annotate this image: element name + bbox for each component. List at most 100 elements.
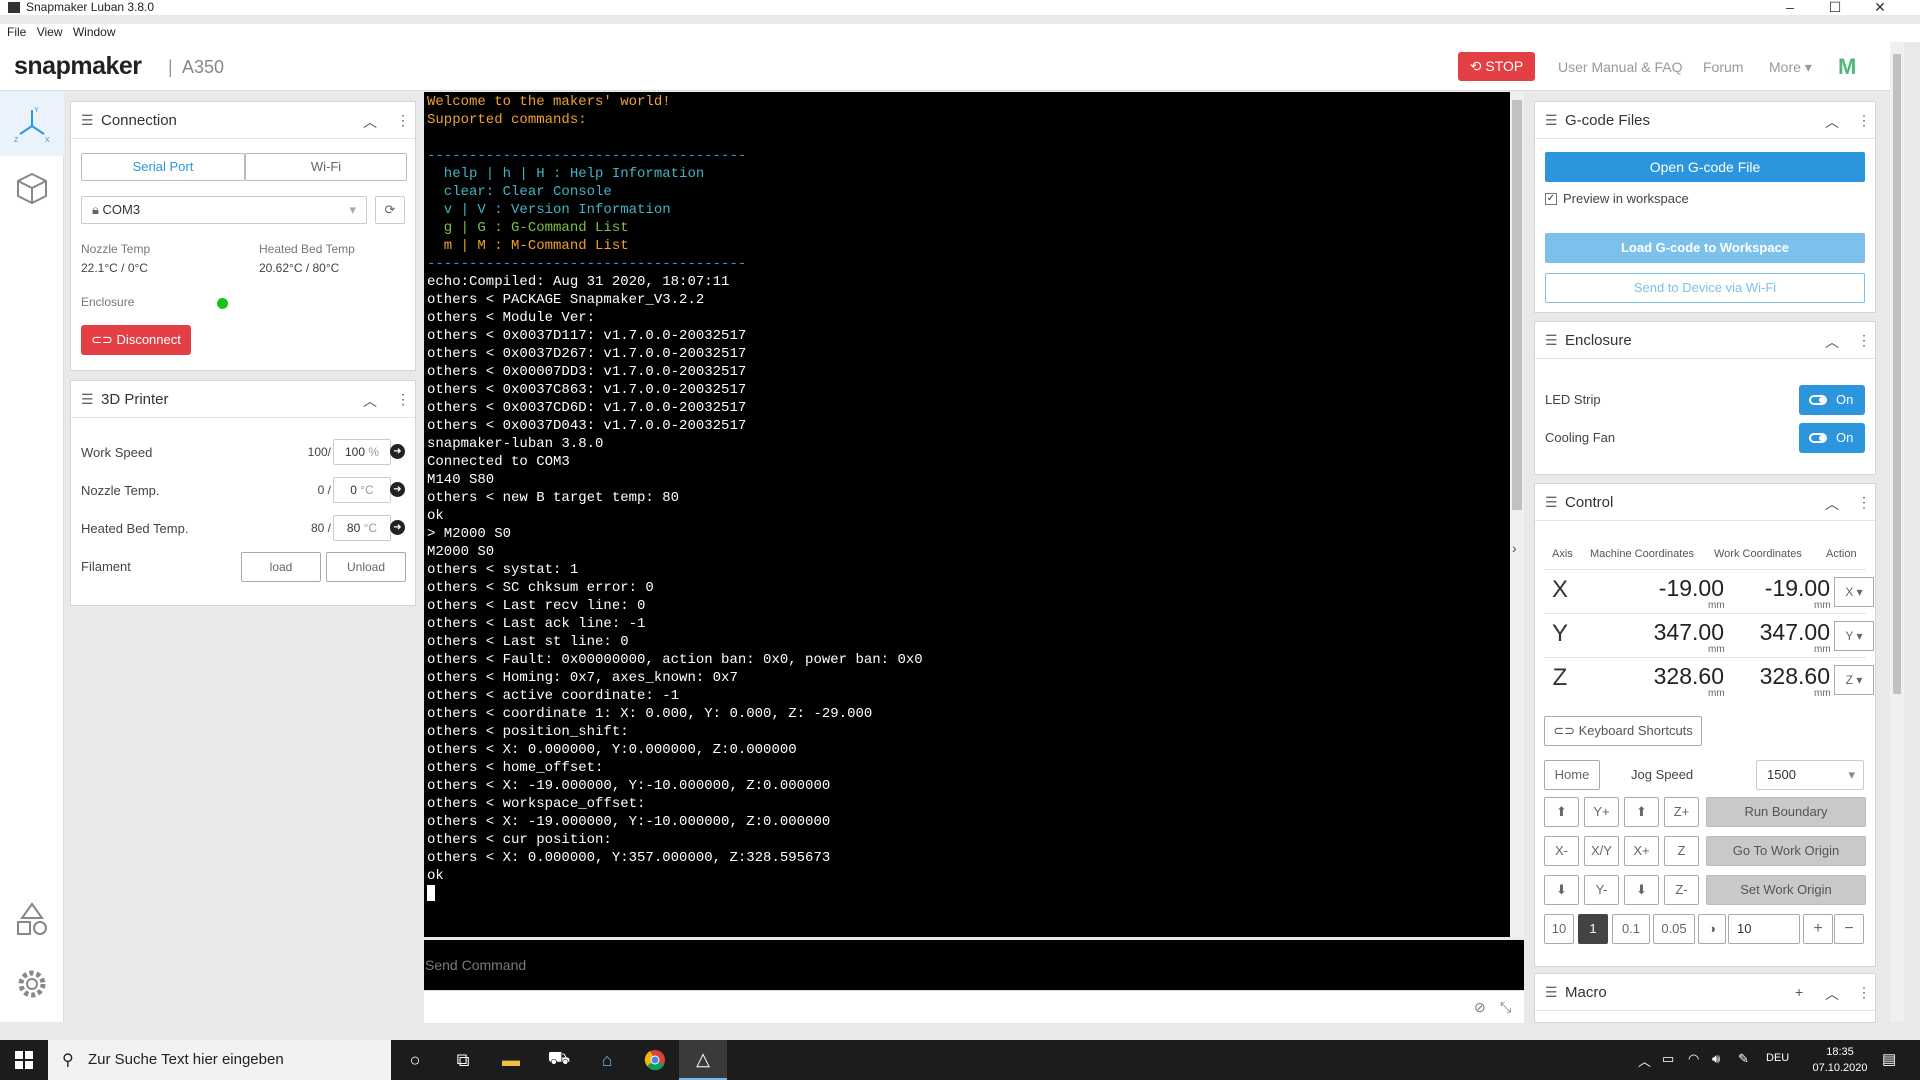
step-1[interactable]: 1 (1578, 914, 1608, 944)
work-speed-input[interactable]: 100 % (333, 439, 391, 465)
go-to-work-origin-button[interactable]: Go To Work Origin (1706, 836, 1866, 866)
custom-step-toggle-icon[interactable]: ◑ (1698, 914, 1726, 944)
app-scrollbar[interactable] (1890, 42, 1904, 1022)
forum-link[interactable]: Forum (1703, 59, 1743, 75)
step-10[interactable]: 10 (1544, 914, 1574, 944)
axis-z-action-dropdown[interactable]: Z ▾ (1834, 665, 1874, 695)
send-via-wifi-button[interactable]: Send to Device via Wi-Fi (1545, 273, 1865, 303)
close-button[interactable]: ✕ (1865, 0, 1895, 15)
step-0-1[interactable]: 0.1 (1612, 914, 1650, 944)
unload-filament-button[interactable]: Unload (326, 552, 406, 582)
kebab-menu-icon[interactable]: ⋮ (1857, 332, 1871, 349)
port-select[interactable]: 🔒︎ COM3 ▾ (81, 196, 367, 224)
minimize-button[interactable]: – (1775, 0, 1805, 15)
jog-down-left-icon[interactable]: ⬇ (1544, 875, 1579, 905)
console-output[interactable]: Welcome to the makers' world! Supported c… (424, 92, 1510, 937)
scroll-thumb[interactable] (1512, 100, 1522, 510)
menu-window[interactable]: Window (73, 24, 116, 40)
load-to-workspace-button[interactable]: Load G-code to Workspace (1545, 233, 1865, 263)
kebab-menu-icon[interactable]: ⋮ (1857, 494, 1871, 511)
tab-serial-port[interactable]: Serial Port (81, 153, 245, 181)
minimize-console-icon[interactable]: ⤡ (1500, 999, 1511, 1016)
custom-step-input[interactable]: 10 (1728, 914, 1800, 944)
run-boundary-button[interactable]: Run Boundary (1706, 797, 1866, 827)
jog-z-minus[interactable]: Z- (1664, 875, 1699, 905)
keyboard-shortcuts-button[interactable]: ⊂⊃ Keyboard Shortcuts (1544, 716, 1702, 746)
drag-handle-icon[interactable]: ☰ (81, 391, 94, 408)
jog-y-plus[interactable]: Y+ (1584, 797, 1619, 827)
nav-settings-gear-icon[interactable] (0, 952, 64, 1016)
luban-app-icon[interactable]: △ (679, 1040, 727, 1080)
nav-3d-cube-icon[interactable] (0, 156, 64, 220)
drag-handle-icon[interactable]: ☰ (81, 112, 94, 129)
axis-y-action-dropdown[interactable]: Y ▾ (1834, 621, 1874, 651)
kebab-menu-icon[interactable]: ⋮ (396, 112, 410, 129)
language-indicator[interactable]: DEU (1766, 1052, 1789, 1064)
collapse-icon[interactable]: ︿ (1825, 984, 1839, 1004)
set-work-origin-button[interactable]: Set Work Origin (1706, 875, 1866, 905)
clock[interactable]: 18:35 07.10.2020 (1810, 1044, 1870, 1076)
open-gcode-button[interactable]: Open G-code File (1545, 152, 1865, 182)
minus-icon[interactable]: − (1834, 914, 1864, 944)
file-explorer-icon[interactable]: ▬ (487, 1040, 535, 1080)
nav-workspace-icon[interactable]: Y Z X (0, 92, 64, 156)
chrome-icon[interactable] (631, 1040, 679, 1080)
axis-x-action-dropdown[interactable]: X ▾ (1834, 577, 1874, 607)
notifications-icon[interactable]: ▤ (1882, 1050, 1896, 1068)
send-command-input[interactable]: Send Command (424, 940, 1524, 990)
task-view-icon[interactable]: ⧉ (439, 1040, 487, 1080)
preview-checkbox[interactable]: ✓ (1545, 193, 1557, 205)
load-filament-button[interactable]: load (241, 552, 321, 582)
jog-y-minus[interactable]: Y- (1584, 875, 1619, 905)
apply-arrow-icon[interactable]: ➜ (390, 482, 405, 497)
user-manual-link[interactable]: User Manual & FAQ (1558, 59, 1683, 75)
collapse-icon[interactable]: ︿ (1825, 332, 1839, 352)
drag-handle-icon[interactable]: ☰ (1545, 984, 1558, 1001)
plus-icon[interactable]: + (1803, 914, 1833, 944)
jog-x-minus[interactable]: X- (1544, 836, 1579, 866)
collapse-icon[interactable]: ︿ (363, 391, 377, 411)
stop-button[interactable]: ⟲ STOP (1458, 52, 1535, 81)
clear-console-icon[interactable]: ⊘ (1474, 999, 1486, 1016)
drag-handle-icon[interactable]: ☰ (1545, 332, 1558, 349)
add-macro-icon[interactable]: + (1795, 984, 1803, 1000)
collapse-right-icon[interactable]: › (1512, 540, 1517, 556)
pen-icon[interactable]: ✎ (1738, 1051, 1749, 1067)
jog-z-home[interactable]: Z (1664, 836, 1699, 866)
menu-view[interactable]: View (37, 24, 63, 40)
windows-start-icon[interactable] (0, 1040, 48, 1080)
console-scrollbar[interactable] (1510, 92, 1524, 937)
nav-shapes-icon[interactable] (0, 888, 64, 952)
collapse-icon[interactable]: ︿ (363, 112, 377, 132)
drag-handle-icon[interactable]: ☰ (1545, 494, 1558, 511)
jog-up-icon[interactable]: ⬆ (1624, 797, 1659, 827)
tab-wifi[interactable]: Wi-Fi (245, 153, 407, 181)
apply-arrow-icon[interactable]: ➜ (390, 444, 405, 459)
more-menu[interactable]: More ▾ (1769, 59, 1812, 76)
jog-z-plus[interactable]: Z+ (1664, 797, 1699, 827)
jog-speed-select[interactable]: 1500 ▾ (1756, 760, 1864, 790)
maximize-button[interactable]: ☐ (1820, 0, 1850, 15)
drag-handle-icon[interactable]: ☰ (1545, 112, 1558, 129)
nozzle-temp-input[interactable]: 0 °C (333, 477, 391, 503)
collapse-icon[interactable]: ︿ (1825, 494, 1839, 514)
apply-arrow-icon[interactable]: ➜ (390, 520, 405, 535)
collapse-icon[interactable]: ︿ (1825, 112, 1839, 132)
tray-chevron-up-icon[interactable]: ︿ (1638, 1051, 1651, 1070)
battery-icon[interactable]: ▭ (1662, 1051, 1674, 1067)
kebab-menu-icon[interactable]: ⋮ (396, 391, 410, 408)
kebab-menu-icon[interactable]: ⋮ (1857, 984, 1871, 1001)
jog-home-xy-icon[interactable]: ⬆ (1544, 797, 1579, 827)
cooling-fan-toggle[interactable]: On (1799, 423, 1865, 453)
app-scroll-thumb[interactable] (1893, 54, 1901, 694)
led-strip-toggle[interactable]: On (1799, 385, 1865, 415)
taskbar-search-input[interactable]: ⚲ Zur Suche Text hier eingeben (48, 1040, 391, 1080)
store-icon[interactable]: ⛟ (535, 1040, 583, 1080)
cortana-icon[interactable]: ○ (391, 1040, 439, 1080)
wifi-icon[interactable]: ◠ (1688, 1051, 1699, 1067)
home-button[interactable]: Home (1544, 760, 1600, 790)
refresh-ports-button[interactable]: ⟳ (375, 196, 405, 224)
disconnect-button[interactable]: ⊂⊃ Disconnect (81, 325, 191, 355)
jog-xy-home[interactable]: X/Y (1584, 836, 1619, 866)
kebab-menu-icon[interactable]: ⋮ (1857, 112, 1871, 129)
